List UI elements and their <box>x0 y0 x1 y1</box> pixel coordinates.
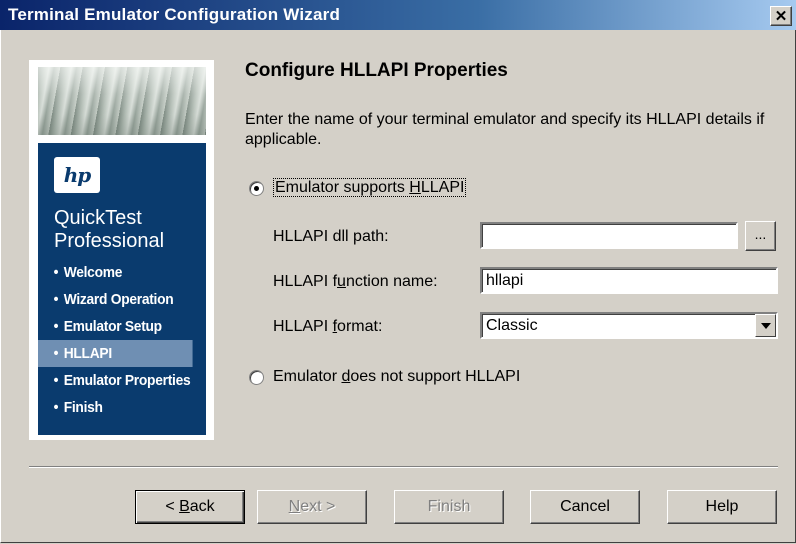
step-label: Emulator Properties <box>63 372 191 389</box>
step-welcome: • Welcome <box>38 259 193 286</box>
hp-logo: hp <box>54 157 100 193</box>
page-description: Enter the name of your terminal emulator… <box>245 111 765 148</box>
bullet-icon: • <box>53 264 59 281</box>
wizard-steps-list: • Welcome • Wizard Operation • Emulator Set… <box>38 259 206 421</box>
label-text: Emulator supports <box>275 179 410 196</box>
close-icon: ✕ <box>774 7 788 25</box>
finish-button[interactable]: Finish <box>394 490 504 524</box>
product-name-line2: Professional <box>54 230 165 252</box>
function-name-input[interactable]: hllapi <box>480 267 778 294</box>
label-text: ormat: <box>337 318 383 335</box>
format-select-value: Classic <box>486 317 538 334</box>
step-wizard-operation: • Wizard Operation <box>38 286 193 313</box>
bullet-icon: • <box>53 291 59 308</box>
step-label: Wizard Operation <box>63 291 174 308</box>
bullet-icon: • <box>53 318 59 335</box>
button-text: ack <box>189 498 215 515</box>
radio-selected-dot <box>254 186 259 191</box>
dll-path-input[interactable] <box>480 222 738 249</box>
cancel-button[interactable]: Cancel <box>530 490 640 524</box>
page-title: Configure HLLAPI Properties <box>245 60 508 81</box>
back-button[interactable]: < Back <box>135 490 245 524</box>
help-button[interactable]: Help <box>667 490 777 524</box>
label-text: HLLAPI f <box>273 273 338 290</box>
label-accel: H <box>409 179 421 196</box>
supports-hllapi-label[interactable]: Emulator supports HLLAPI <box>273 178 467 197</box>
button-text: ext > <box>300 498 336 515</box>
button-text: < <box>165 498 180 515</box>
button-separator <box>29 466 778 468</box>
label-text: nction name: <box>345 273 438 290</box>
browse-button[interactable]: ... <box>745 221 776 251</box>
window-title: Terminal Emulator Configuration Wizard <box>8 5 341 24</box>
bullet-icon: • <box>53 372 59 389</box>
label-text: Emulator <box>273 368 342 385</box>
close-button[interactable]: ✕ <box>770 6 792 26</box>
not-supports-hllapi-label[interactable]: Emulator does not support HLLAPI <box>273 368 520 386</box>
step-emulator-setup: • Emulator Setup <box>38 313 193 340</box>
format-select[interactable]: Classic <box>480 312 778 339</box>
step-label: Welcome <box>63 264 123 281</box>
product-name-line1: QuickTest <box>54 207 142 229</box>
wizard-steps-panel: hp QuickTest Professional • Welcome • Wiza… <box>38 143 206 435</box>
step-hllapi: • HLLAPI <box>38 340 193 367</box>
product-name: QuickTest Professional <box>54 207 164 253</box>
hp-logo-text: hp <box>63 163 92 187</box>
next-button[interactable]: Next > <box>257 490 367 524</box>
header-photo <box>38 67 206 135</box>
step-label: Finish <box>63 399 103 416</box>
label-text: LLAPI <box>420 179 465 196</box>
chevron-down-icon <box>760 322 771 329</box>
dll-path-label: HLLAPI dll path: <box>273 228 389 245</box>
label-text: oes not support HLLAPI <box>350 368 521 385</box>
step-finish: • Finish <box>38 394 193 421</box>
button-accel: B <box>179 498 190 515</box>
dropdown-arrow-button[interactable] <box>755 314 776 337</box>
label-text: HLLAPI <box>273 318 333 335</box>
title-bar: Terminal Emulator Configuration Wizard ✕ <box>0 0 796 30</box>
format-label: HLLAPI format: <box>273 318 382 336</box>
step-label: HLLAPI <box>63 345 112 362</box>
bullet-icon: • <box>53 399 59 416</box>
function-name-label: HLLAPI function name: <box>273 273 438 291</box>
bullet-icon: • <box>53 345 59 362</box>
not-supports-hllapi-radio[interactable] <box>249 370 264 385</box>
supports-hllapi-radio[interactable] <box>249 181 264 196</box>
label-accel: u <box>337 273 346 290</box>
step-emulator-properties: • Emulator Properties <box>38 367 193 394</box>
button-accel: N <box>288 498 301 515</box>
step-label: Emulator Setup <box>63 318 162 335</box>
